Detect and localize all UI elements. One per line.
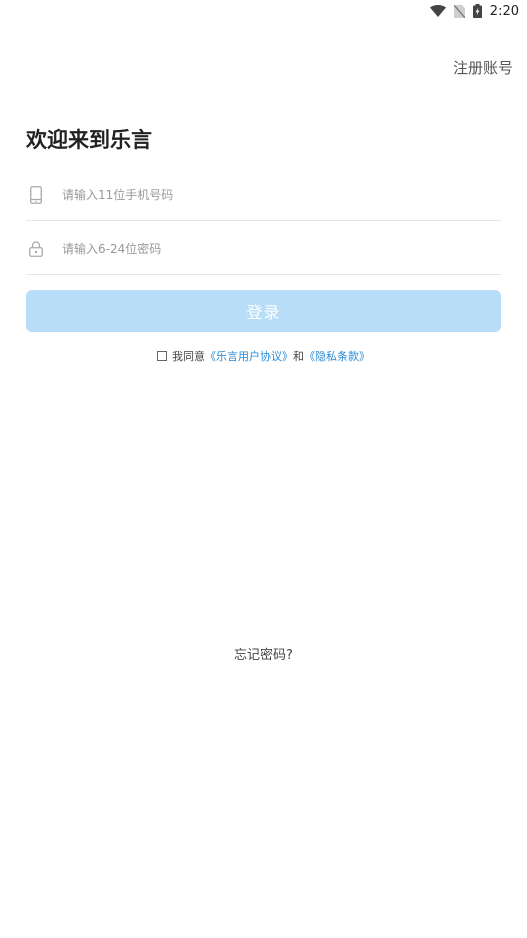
agree-checkbox[interactable]: [157, 351, 167, 361]
page-title: 欢迎来到乐言: [26, 128, 152, 152]
no-sim-icon: [453, 4, 465, 18]
login-button[interactable]: 登录: [26, 290, 501, 332]
register-account-link[interactable]: 注册账号: [453, 57, 513, 78]
agreement-row: 我同意 《乐言用户协议》 和 《隐私条款》: [0, 348, 527, 364]
privacy-policy-link[interactable]: 《隐私条款》: [304, 348, 370, 364]
phone-input[interactable]: [62, 188, 462, 202]
agree-and-text: 和: [293, 350, 304, 363]
password-field-row: [26, 224, 501, 275]
login-screen: 2:20 注册账号 欢迎来到乐言 登录 我同意 《乐言: [0, 0, 527, 938]
lock-icon: [26, 241, 46, 257]
battery-charging-icon: [472, 4, 482, 18]
status-bar: 2:20: [429, 0, 527, 22]
phone-icon: [26, 186, 46, 204]
wifi-icon: [429, 5, 446, 17]
agree-prefix-text: 我同意: [172, 350, 205, 363]
password-input[interactable]: [62, 242, 462, 256]
status-time: 2:20: [489, 3, 519, 19]
phone-field-row: [26, 170, 501, 221]
forgot-password-link[interactable]: 忘记密码?: [0, 644, 527, 663]
user-agreement-link[interactable]: 《乐言用户协议》: [205, 348, 293, 364]
